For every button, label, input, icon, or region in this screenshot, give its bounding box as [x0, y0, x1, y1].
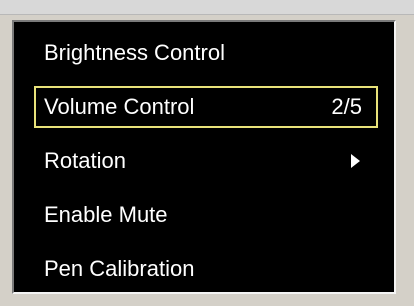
- menu-item-pen-calibration[interactable]: Pen Calibration: [34, 248, 378, 290]
- menu-item-label: Brightness Control: [44, 40, 225, 65]
- menu-item-label: Volume Control: [44, 94, 195, 119]
- menu-item-label: Pen Calibration: [44, 256, 195, 281]
- osd-menu: Brightness Control Volume Control 2/5 Ro…: [12, 20, 396, 294]
- submenu-arrow-icon: [351, 154, 360, 168]
- menu-item-enable-mute[interactable]: Enable Mute: [34, 194, 378, 236]
- menu-item-rotation[interactable]: Rotation: [34, 140, 378, 182]
- volume-level-value: 2/5: [331, 94, 362, 119]
- menu-item-label: Enable Mute: [44, 202, 168, 227]
- window-top-strip: [0, 0, 414, 15]
- osd-window: Brightness Control Volume Control 2/5 Ro…: [0, 0, 414, 306]
- menu-item-brightness-control[interactable]: Brightness Control: [34, 32, 378, 74]
- menu-item-volume-control[interactable]: Volume Control 2/5: [34, 86, 378, 128]
- menu-item-label: Rotation: [44, 148, 126, 173]
